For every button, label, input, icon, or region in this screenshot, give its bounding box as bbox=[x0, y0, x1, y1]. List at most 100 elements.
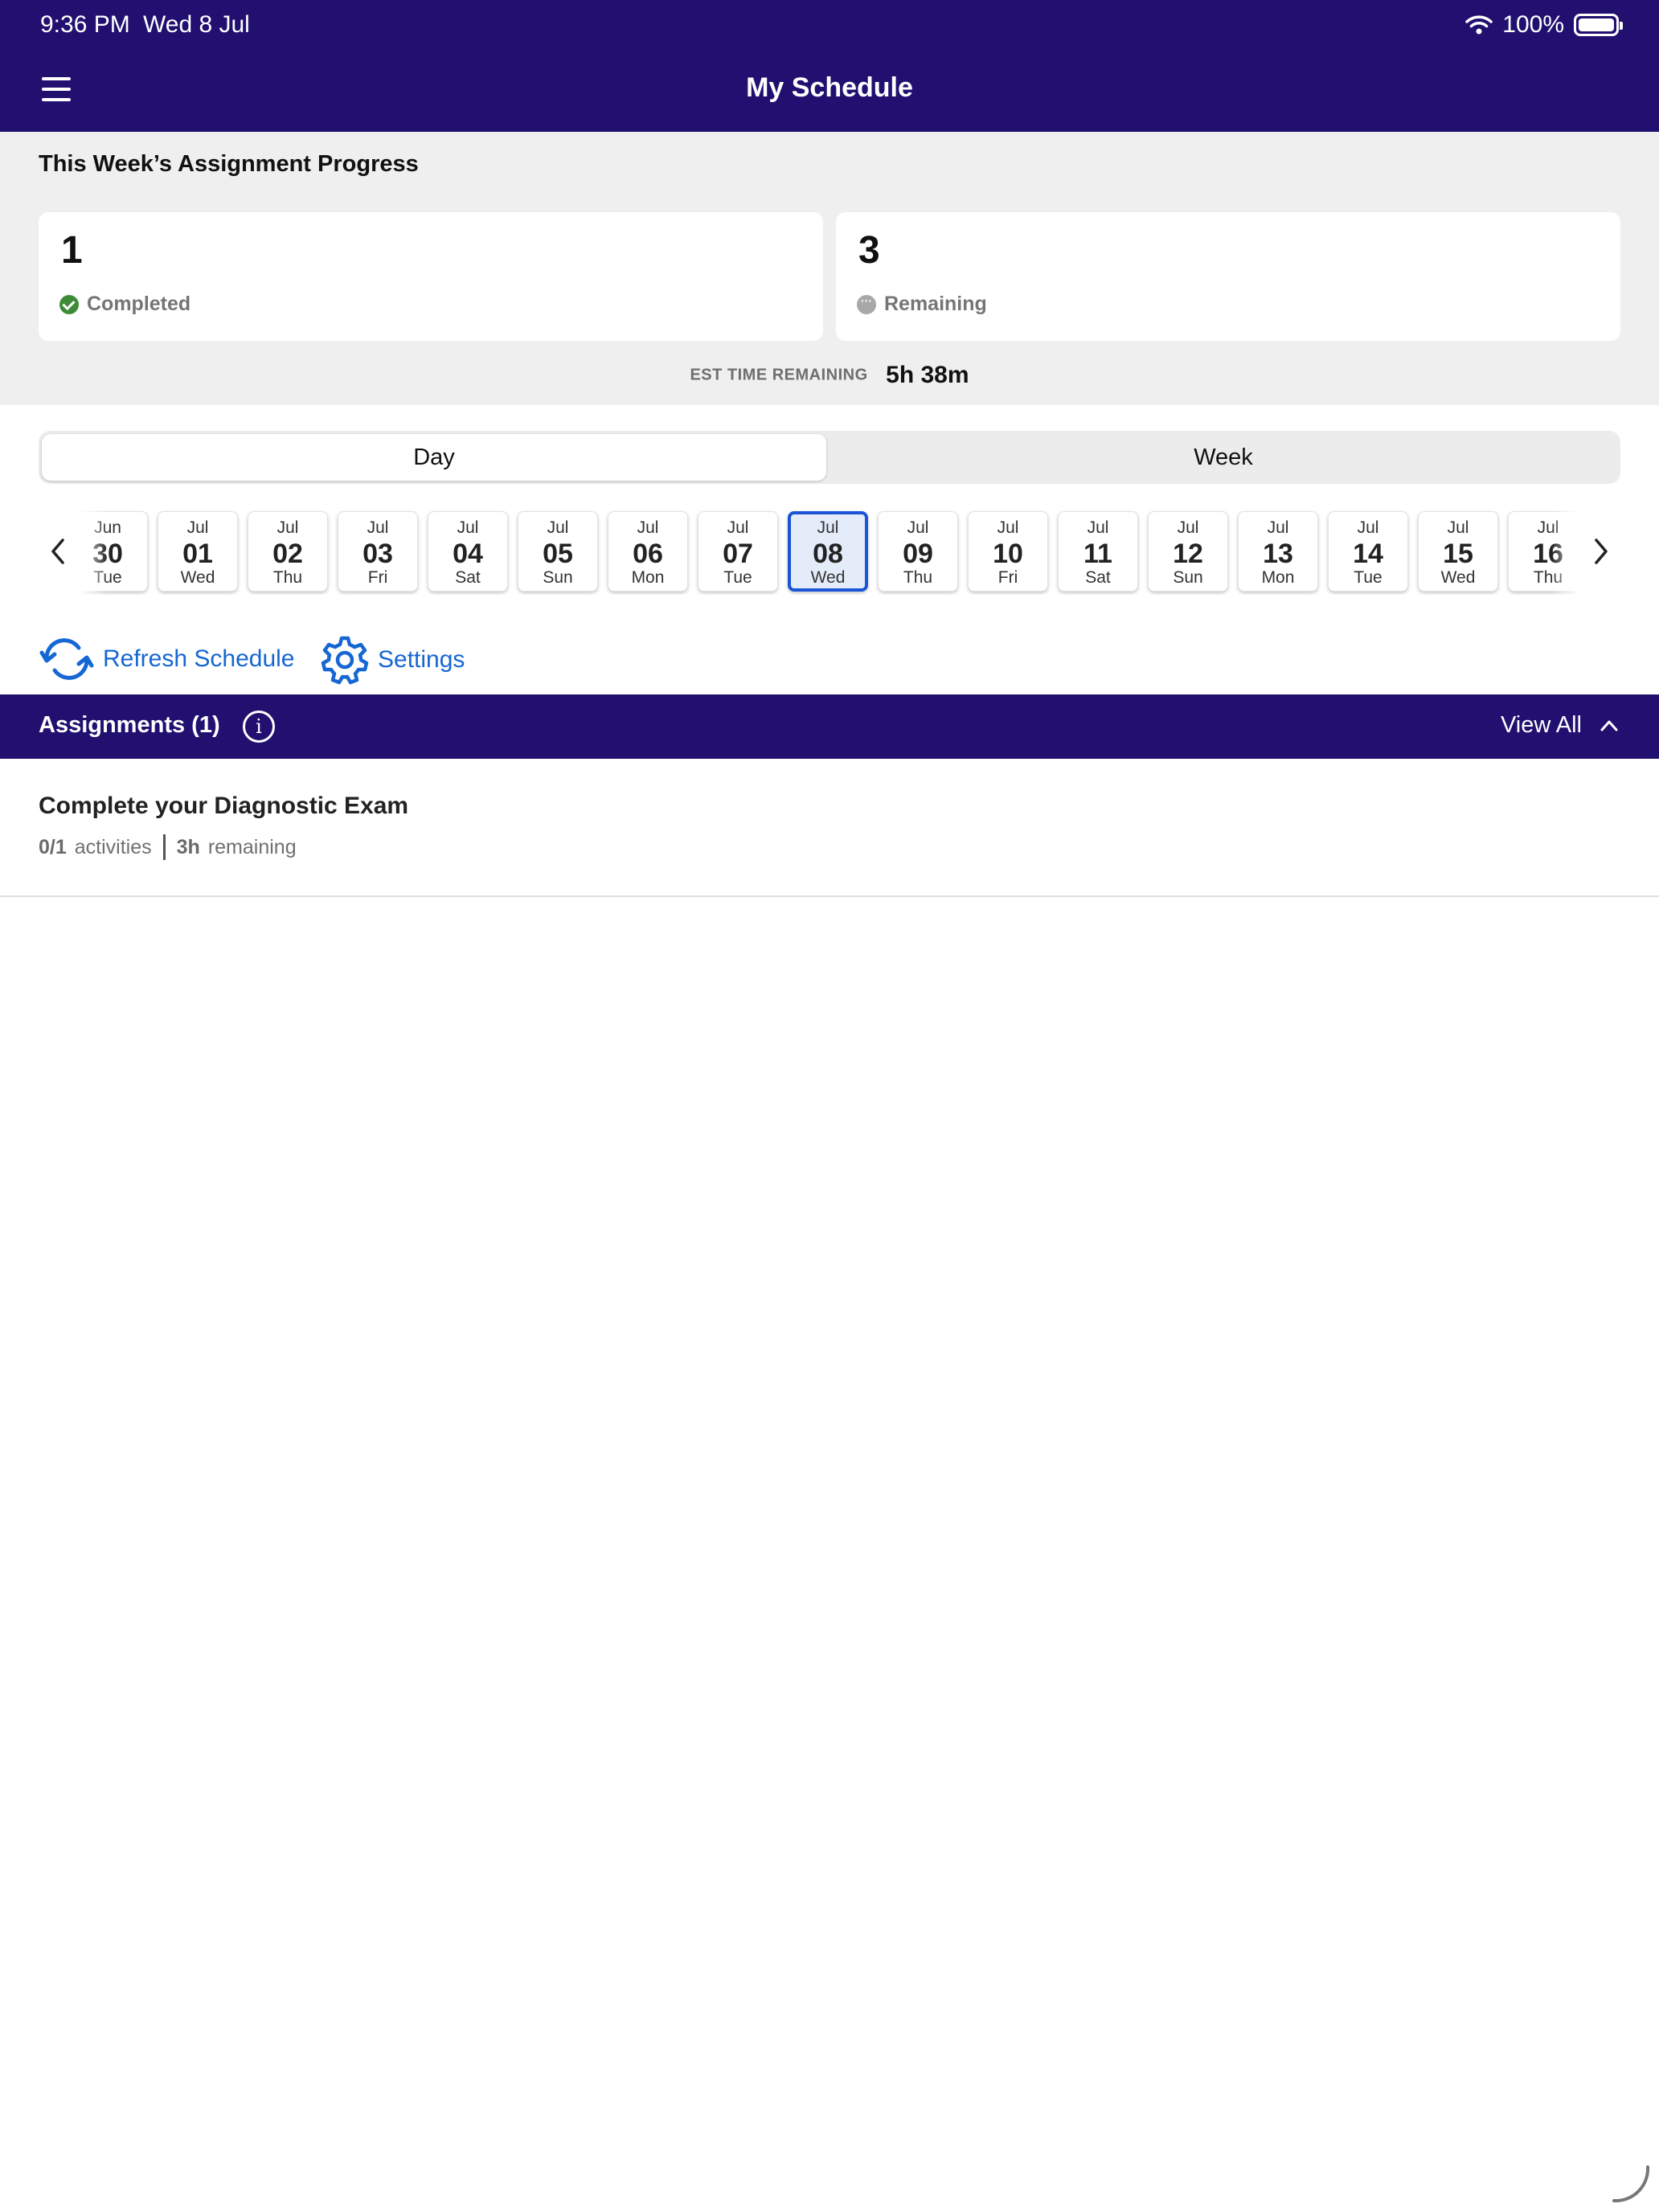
status-indicators: 100% bbox=[1465, 11, 1623, 39]
info-icon[interactable]: i bbox=[243, 711, 275, 743]
assignments-title: Assignments (1) bbox=[39, 712, 220, 738]
date-month: Jul bbox=[817, 518, 839, 537]
chevron-right-icon[interactable] bbox=[1587, 534, 1616, 569]
date-card[interactable]: Jul 11 Sat bbox=[1058, 511, 1138, 592]
assignment-title: Complete your Diagnostic Exam bbox=[39, 793, 409, 819]
meta-divider bbox=[162, 834, 166, 860]
date-weekday: Thu bbox=[903, 568, 933, 587]
date-weekday: Fri bbox=[997, 568, 1018, 587]
date-weekday: Mon bbox=[1261, 568, 1295, 587]
date-day: 08 bbox=[813, 539, 843, 569]
date-month: Jul bbox=[1267, 518, 1289, 537]
date-day: 15 bbox=[1443, 539, 1473, 569]
battery-percent: 100% bbox=[1502, 11, 1564, 38]
date-month: Jul bbox=[186, 518, 209, 537]
date-day: 12 bbox=[1173, 539, 1203, 569]
date-month: Jun bbox=[94, 518, 121, 537]
date-month: Jul bbox=[367, 518, 389, 537]
remaining-card: 3 ··· Remaining bbox=[836, 212, 1620, 341]
chevron-up-icon bbox=[1600, 720, 1618, 731]
date-day: 04 bbox=[453, 539, 483, 569]
date-weekday: Sat bbox=[455, 568, 481, 587]
date-day: 02 bbox=[272, 539, 303, 569]
date-weekday: Thu bbox=[1533, 568, 1563, 587]
completed-count: 1 bbox=[61, 229, 83, 272]
date-month: Jul bbox=[727, 518, 749, 537]
date-month: Jul bbox=[1447, 518, 1469, 537]
date-month: Jul bbox=[1537, 518, 1559, 537]
remaining-count: 3 bbox=[858, 229, 880, 272]
date-day: 11 bbox=[1083, 539, 1112, 569]
date-month: Jul bbox=[637, 518, 659, 537]
refresh-icon bbox=[39, 638, 94, 680]
date-weekday: Sun bbox=[543, 568, 573, 587]
date-month: Jul bbox=[997, 518, 1019, 537]
activities-word: activities bbox=[74, 835, 152, 858]
remaining-label: Remaining bbox=[884, 293, 987, 315]
assignment-item[interactable]: Complete your Diagnostic Exam 0/1 activi… bbox=[0, 759, 1659, 897]
date-day: 05 bbox=[543, 539, 573, 569]
date-card[interactable]: Jul 09 Thu bbox=[878, 511, 958, 592]
completed-label: Completed bbox=[87, 293, 191, 315]
date-card[interactable]: Jul 05 Sun bbox=[518, 511, 598, 592]
date-card[interactable]: Jul 04 Sat bbox=[428, 511, 508, 592]
date-card[interactable]: Jul 03 Fri bbox=[338, 511, 418, 592]
gear-icon bbox=[321, 636, 369, 685]
time-remaining-word: remaining bbox=[207, 835, 297, 858]
tab-week[interactable]: Week bbox=[830, 434, 1617, 481]
est-time-value: 5h 38m bbox=[886, 362, 969, 388]
date-day: 14 bbox=[1353, 539, 1383, 569]
date-weekday: Tue bbox=[93, 568, 122, 587]
refresh-schedule-button[interactable]: Refresh Schedule bbox=[39, 635, 294, 683]
progress-heading: This Week’s Assignment Progress bbox=[39, 151, 419, 177]
date-track: Jun 30 Tue Jul 01 Wed Jul 02 Thu Jul 03 Fri Jul 04 Sat… bbox=[80, 508, 1579, 595]
est-time-remaining: EST TIME REMAINING 5h 38m bbox=[0, 362, 1659, 389]
date-weekday: Tue bbox=[723, 568, 752, 587]
date-card[interactable]: Jul 13 Mon bbox=[1238, 511, 1318, 592]
date-month: Jul bbox=[1357, 518, 1379, 537]
date-weekday: Tue bbox=[1354, 568, 1382, 587]
date-card[interactable]: Jul 10 Fri bbox=[968, 511, 1048, 592]
date-month: Jul bbox=[276, 518, 299, 537]
date-weekday: Sat bbox=[1085, 568, 1111, 587]
date-weekday: Sun bbox=[1173, 568, 1203, 587]
battery-icon bbox=[1574, 14, 1623, 36]
date-card[interactable]: Jul 12 Sun bbox=[1148, 511, 1228, 592]
date-card[interactable]: Jul 14 Tue bbox=[1328, 511, 1408, 592]
refresh-schedule-label: Refresh Schedule bbox=[103, 645, 295, 672]
assignments-header: Assignments (1) i View All bbox=[0, 694, 1659, 759]
view-all-button[interactable]: View All bbox=[1501, 712, 1619, 739]
date-month: Jul bbox=[907, 518, 929, 537]
date-weekday: Thu bbox=[272, 568, 303, 587]
chevron-left-icon[interactable] bbox=[43, 534, 72, 569]
date-weekday: Wed bbox=[1440, 568, 1476, 587]
date-card[interactable]: Jun 30 Tue bbox=[80, 511, 148, 592]
date-day: 16 bbox=[1533, 539, 1563, 569]
date-card[interactable]: Jul 15 Wed bbox=[1418, 511, 1498, 592]
date-card[interactable]: Jul 16 Thu bbox=[1508, 511, 1579, 592]
date-day: 10 bbox=[993, 539, 1023, 569]
date-weekday: Mon bbox=[631, 568, 665, 587]
date-month: Jul bbox=[457, 518, 479, 537]
date-month: Jul bbox=[1087, 518, 1109, 537]
date-weekday: Wed bbox=[180, 568, 215, 587]
date-card[interactable]: Jul 01 Wed bbox=[158, 511, 238, 592]
date-card[interactable]: Jul 06 Mon bbox=[608, 511, 688, 592]
date-day: 13 bbox=[1263, 539, 1293, 569]
top-bar: 9:36 PM Wed 8 Jul 100% My Schedule bbox=[0, 0, 1659, 132]
tab-day[interactable]: Day bbox=[42, 434, 826, 481]
assignment-meta: 0/1 activities 3h remaining bbox=[39, 834, 297, 860]
status-time: 9:36 PM bbox=[40, 11, 130, 38]
settings-button[interactable]: Settings bbox=[320, 635, 465, 685]
est-time-label: EST TIME REMAINING bbox=[690, 366, 868, 384]
activities-count: 0/1 bbox=[39, 835, 67, 858]
view-all-label: View All bbox=[1500, 712, 1582, 738]
wifi-icon bbox=[1465, 15, 1493, 35]
date-card[interactable]: Jul 07 Tue bbox=[698, 511, 778, 592]
date-card[interactable]: Jul 02 Thu bbox=[248, 511, 328, 592]
date-day: 03 bbox=[363, 539, 393, 569]
page-title: My Schedule bbox=[746, 72, 913, 103]
date-card[interactable]: Jul 08 Wed bbox=[788, 511, 868, 592]
date-weekday: Wed bbox=[810, 568, 846, 587]
ellipsis-circle-icon: ··· bbox=[857, 294, 876, 314]
